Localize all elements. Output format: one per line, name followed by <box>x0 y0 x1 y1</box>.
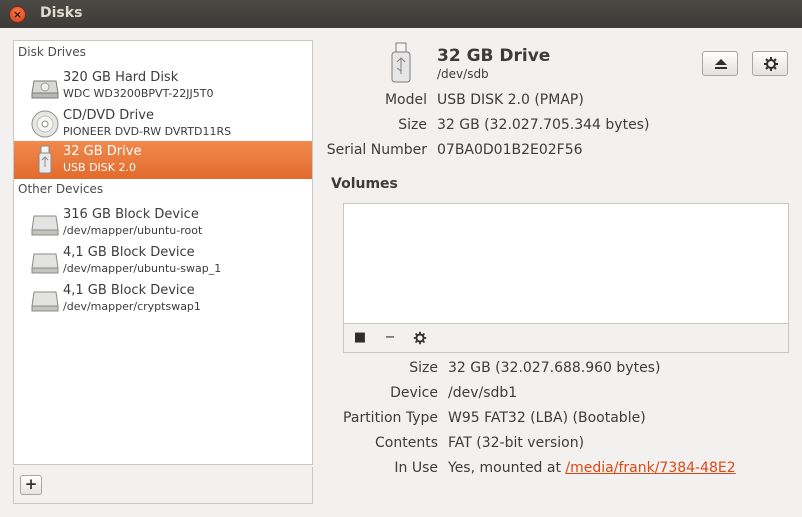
minus-icon: − <box>384 330 396 345</box>
volume-size-label: Size <box>409 360 438 376</box>
add-button[interactable]: + <box>20 475 42 495</box>
optical-disc-icon <box>31 110 59 138</box>
model-label: Model <box>384 92 427 108</box>
sidebar-item-block-device-cryptswap[interactable]: 4,1 GB Block Device /dev/mapper/cryptswa… <box>14 280 312 318</box>
drive-settings-button[interactable] <box>752 51 788 76</box>
device-path: /dev/mapper/ubuntu-root <box>63 224 203 237</box>
contents-label: Contents <box>375 435 438 451</box>
device-name: 4,1 GB Block Device <box>63 245 195 260</box>
usb-drive-icon <box>38 145 52 174</box>
sidebar-item-hard-disk[interactable]: 320 GB Hard Disk WDC WD3200BPVT-22JJ5T0 <box>14 67 312 105</box>
other-devices-header: Other Devices <box>18 182 104 196</box>
usb-drive-icon <box>391 42 411 83</box>
drive-model: WDC WD3200BPVT-22JJ5T0 <box>63 87 214 100</box>
model-value: USB DISK 2.0 (PMAP) <box>437 92 584 108</box>
partition-type-label: Partition Type <box>343 410 438 426</box>
sidebar-item-block-device-swap[interactable]: 4,1 GB Block Device /dev/mapper/ubuntu-s… <box>14 242 312 280</box>
eject-button[interactable] <box>702 51 738 76</box>
partition-settings-button[interactable] <box>410 329 430 347</box>
drive-device-path: /dev/sdb <box>437 67 489 81</box>
device-path: /dev/mapper/cryptswap1 <box>63 300 201 313</box>
stop-icon: ■ <box>353 330 367 345</box>
in-use-text: Yes, mounted at <box>448 460 566 476</box>
drive-title: 32 GB Drive <box>437 46 551 66</box>
drive-name: 32 GB Drive <box>63 144 142 159</box>
size-value: 32 GB (32.027.705.344 bytes) <box>437 117 650 133</box>
device-value: /dev/sdb1 <box>448 385 518 401</box>
sidebar-item-usb-drive[interactable]: 32 GB Drive USB DISK 2.0 <box>14 141 312 179</box>
contents-value: FAT (32-bit version) <box>448 435 585 451</box>
device-label: Device <box>390 385 438 401</box>
volumes-title: Volumes <box>331 176 398 192</box>
gear-icon <box>764 57 778 71</box>
block-device-icon <box>31 291 59 312</box>
mount-point-link[interactable]: /media/frank/7384-48E2 <box>565 460 735 476</box>
block-device-icon <box>31 253 59 274</box>
device-name: 4,1 GB Block Device <box>63 283 195 298</box>
size-label: Size <box>398 117 427 133</box>
close-icon: × <box>12 8 23 21</box>
disk-drives-header: Disk Drives <box>18 45 86 59</box>
volume-toolbar: ■ − <box>343 324 789 353</box>
serial-number-value: 07BA0D01B2E02F56 <box>437 142 583 158</box>
device-name: 316 GB Block Device <box>63 207 199 222</box>
sidebar-item-block-device-root[interactable]: 316 GB Block Device /dev/mapper/ubuntu-r… <box>14 204 312 242</box>
sidebar-item-cd-dvd-drive[interactable]: CD/DVD Drive PIONEER DVD-RW DVRTD11RS <box>14 105 312 143</box>
sidebar-toolbar: + <box>13 467 313 504</box>
block-device-icon <box>31 215 59 236</box>
drive-model: PIONEER DVD-RW DVRTD11RS <box>63 125 232 138</box>
hard-disk-icon <box>31 80 59 99</box>
volume-size-value: 32 GB (32.027.688.960 bytes) <box>448 360 661 376</box>
stop-button[interactable]: ■ <box>350 329 370 347</box>
serial-number-label: Serial Number <box>326 142 427 158</box>
remove-partition-button[interactable]: − <box>380 329 400 347</box>
window-title: Disks <box>40 5 83 21</box>
partition-type-value: W95 FAT32 (LBA) (Bootable) <box>448 410 646 426</box>
window-titlebar: × Disks <box>0 0 802 28</box>
close-window-button[interactable]: × <box>9 6 26 23</box>
drive-model: USB DISK 2.0 <box>63 161 136 174</box>
drive-name: CD/DVD Drive <box>63 108 154 123</box>
gear-icon <box>413 331 427 345</box>
eject-icon <box>715 59 727 69</box>
drive-name: 320 GB Hard Disk <box>63 70 179 85</box>
in-use-label: In Use <box>394 460 438 476</box>
in-use-value: Yes, mounted at /media/frank/7384-48E2 <box>448 460 736 476</box>
drive-list-sidebar: Disk Drives 320 GB Hard Disk WDC WD3200B… <box>13 40 313 465</box>
volume-map[interactable] <box>343 203 789 324</box>
device-path: /dev/mapper/ubuntu-swap_1 <box>63 262 222 275</box>
